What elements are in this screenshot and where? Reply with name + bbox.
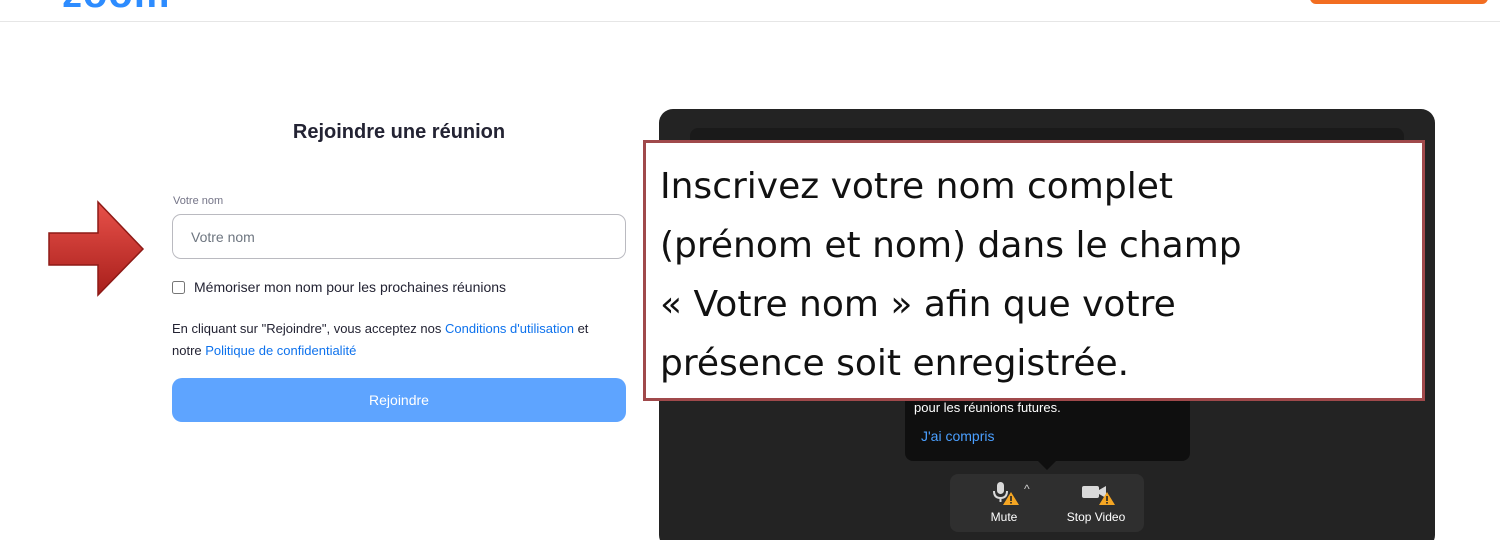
privacy-policy-link[interactable]: Politique de confidentialité: [205, 343, 356, 358]
instruction-text: Inscrivez votre nom complet (prénom et n…: [660, 166, 1242, 384]
terms-notice: En cliquant sur "Rejoindre", vous accept…: [172, 318, 602, 362]
remember-name-row[interactable]: Mémoriser mon nom pour les prochaines ré…: [172, 279, 506, 295]
top-right-button[interactable]: [1310, 0, 1488, 4]
zoom-logo[interactable]: zoom: [62, 0, 170, 14]
mute-label: Mute: [990, 510, 1018, 524]
name-input[interactable]: [172, 214, 626, 259]
got-it-link[interactable]: J'ai compris: [921, 428, 994, 444]
tooltip-tail: [1037, 460, 1057, 470]
remember-name-label: Mémoriser mon nom pour les prochaines ré…: [194, 279, 507, 295]
stop-video-button[interactable]: Stop Video: [1056, 480, 1136, 524]
join-button[interactable]: Rejoindre: [172, 378, 626, 422]
stop-video-label: Stop Video: [1066, 510, 1126, 524]
audio-options-caret[interactable]: ^: [1024, 482, 1030, 496]
terms-of-use-link[interactable]: Conditions d'utilisation: [445, 321, 574, 336]
red-arrow-right-icon: [48, 200, 145, 297]
tooltip-text: pour les réunions futures.: [914, 400, 1061, 415]
microphone-warning-icon: [993, 482, 1019, 505]
remember-name-checkbox[interactable]: [172, 280, 185, 294]
terms-prefix: En cliquant sur "Rejoindre", vous accept…: [172, 321, 445, 336]
form-title: Rejoindre une réunion: [292, 121, 506, 143]
name-label: Votre nom: [173, 195, 224, 207]
camera-warning-icon: [1082, 486, 1115, 505]
instruction-callout: Inscrivez votre nom complet (prénom et n…: [643, 140, 1425, 401]
top-bar: zoom: [0, 0, 1500, 22]
